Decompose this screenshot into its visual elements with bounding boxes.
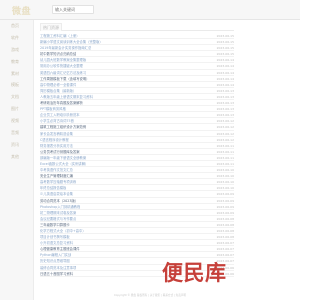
resource-list: 工程施工资料汇编（上册） 2023-06-15 新编小学语文阅读训练大全合集（完整版… [40,33,234,277]
search-input[interactable] [53,6,93,13]
sidebar-item[interactable]: 软件 [0,32,33,44]
watermark-logo: 便民库 [162,262,227,285]
sidebar-item[interactable]: 音频 [0,127,33,139]
site-logo[interactable]: 微盘 [12,4,31,17]
sidebar-item[interactable]: 教育 [0,56,33,68]
main-content: 热门资源 工程施工资料汇编（上册） 2023-06-15 新编小学语文阅读训练大全合… [40,21,234,277]
list-item-title-link[interactable]: 日语五十音图学习资料 [40,271,73,276]
tab-hot-resources[interactable]: 热门资源 [40,23,62,31]
sidebar-item[interactable]: 图片 [0,103,33,115]
sidebar-item[interactable]: 视频 [0,115,33,127]
sidebar-item[interactable]: 素材 [0,68,33,80]
sidebar-item[interactable]: 首页 [0,20,33,32]
sidebar-nav: 首页 软件 游戏 教育 素材 模板 文档 图片 视频 音频 资讯 其他 [0,20,34,300]
sidebar-item[interactable]: 文档 [0,91,33,103]
sidebar-item[interactable]: 其他 [0,151,33,163]
search-box[interactable] [52,5,94,14]
top-header: 微盘 [0,0,300,20]
tab-bar: 热门资源 [40,21,234,31]
sidebar-item[interactable]: 资讯 [0,139,33,151]
sidebar-item[interactable]: 游戏 [0,44,33,56]
footer: Copyright © 微盘 版权所有 | 关于我们 | 联系方式 | 免责声明 [114,294,186,297]
sidebar-item[interactable]: 模板 [0,79,33,91]
